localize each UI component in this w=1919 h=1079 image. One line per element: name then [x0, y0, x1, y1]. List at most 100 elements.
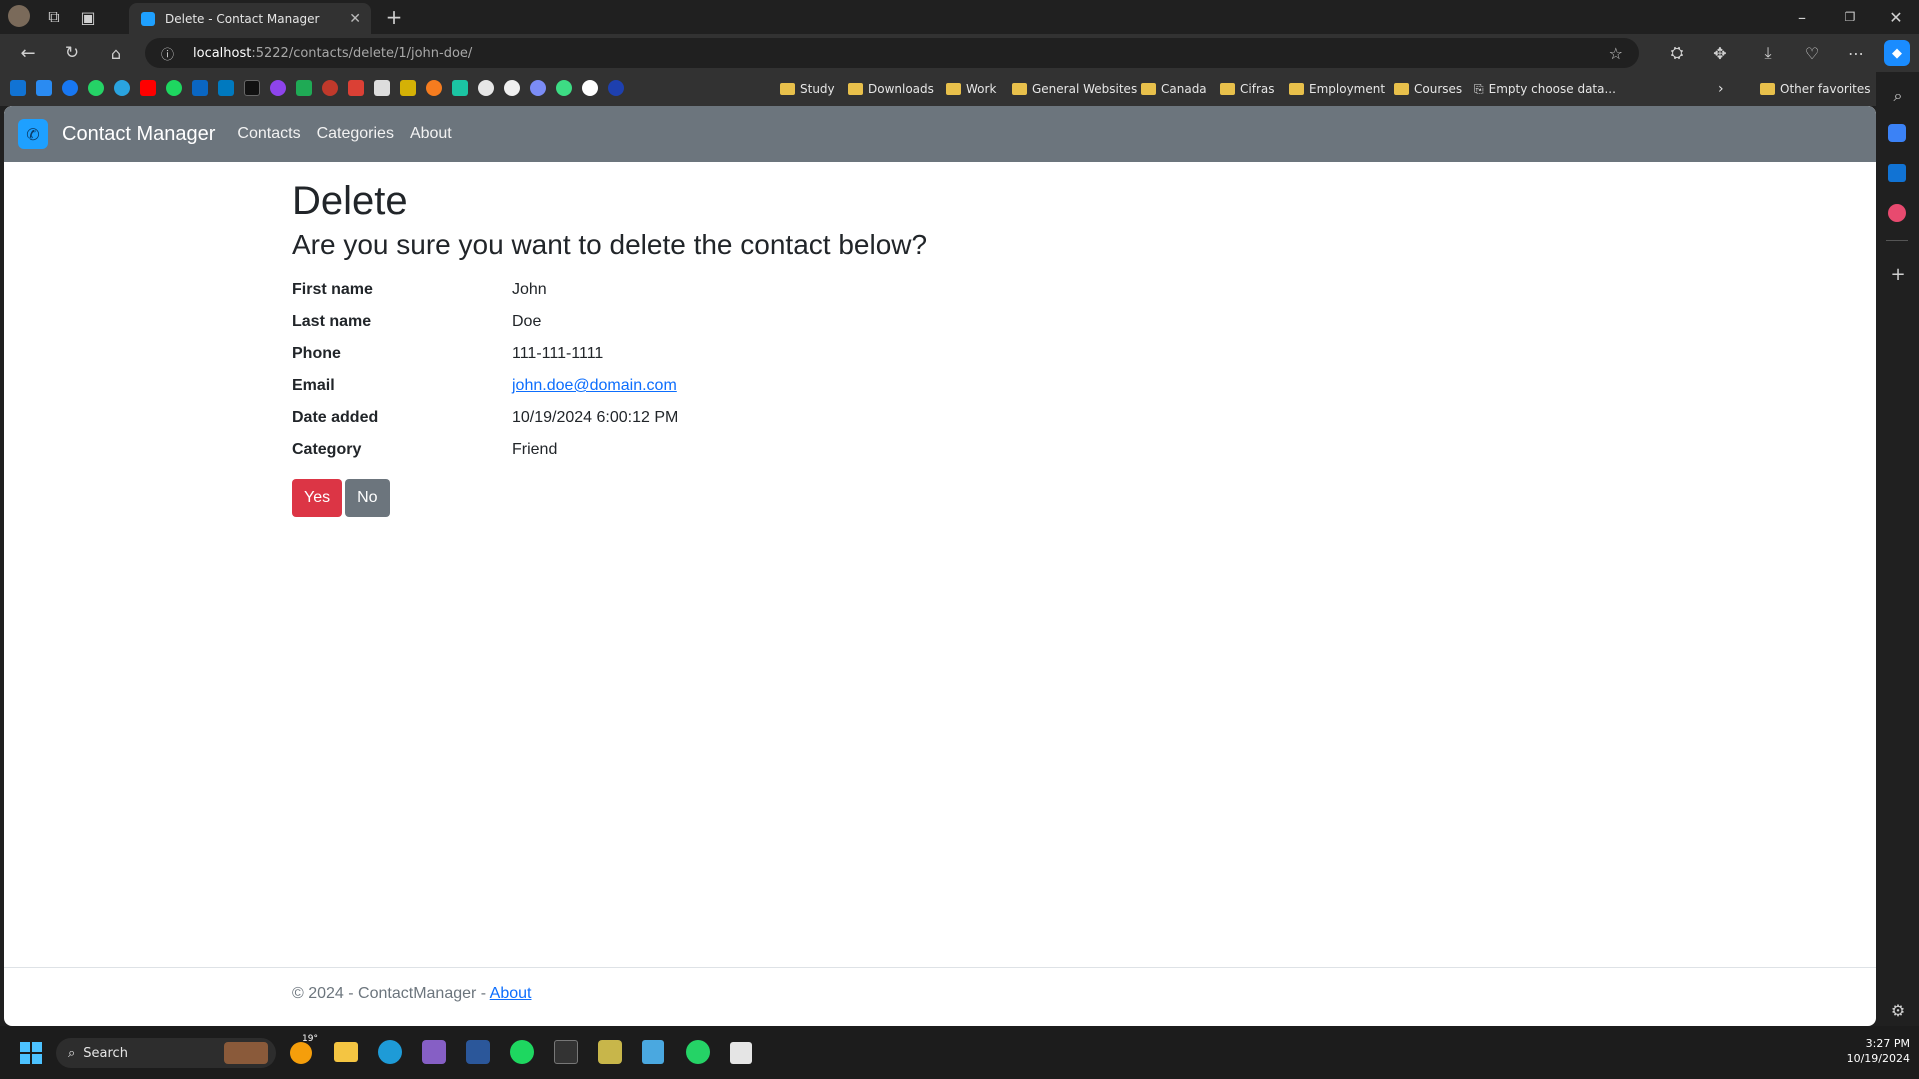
- restore-icon[interactable]: ❐: [1838, 5, 1862, 29]
- bookmark-other-favorites[interactable]: Other favorites: [1760, 80, 1871, 98]
- tab-close-icon[interactable]: ✕: [349, 11, 361, 27]
- linkedin-icon[interactable]: [192, 80, 208, 96]
- taskbar-search[interactable]: ⌕ Search: [56, 1038, 276, 1068]
- tab-favicon-icon: [141, 11, 155, 26]
- home-icon[interactable]: ⌂: [104, 41, 128, 65]
- bookmark-canada[interactable]: Canada: [1141, 80, 1207, 98]
- notepad-icon[interactable]: [642, 1040, 664, 1064]
- folder-icon: [1289, 83, 1304, 95]
- nav-contacts[interactable]: Contacts: [237, 125, 300, 143]
- tab-title: Delete - Contact Manager: [165, 11, 320, 26]
- bookmark-work[interactable]: Work: [946, 80, 996, 98]
- workspaces-icon[interactable]: ⧉: [42, 5, 66, 29]
- start-icon[interactable]: [20, 1042, 42, 1064]
- tag-app-icon[interactable]: [1888, 124, 1906, 142]
- word-icon[interactable]: [466, 1040, 490, 1064]
- no-button[interactable]: No: [345, 479, 390, 517]
- office-icon[interactable]: [1888, 204, 1906, 222]
- whatsapp-taskbar-icon[interactable]: [686, 1040, 710, 1064]
- address-bar[interactable]: ⓘ localhost:5222/contacts/delete/1/john-…: [145, 38, 1639, 68]
- downloads-icon[interactable]: ⤓: [1756, 41, 1780, 65]
- new-tab-icon[interactable]: +: [382, 5, 406, 29]
- whatsapp-icon[interactable]: [88, 80, 104, 96]
- folder-icon: [1394, 83, 1409, 95]
- bookmark-downloads[interactable]: Downloads: [848, 80, 934, 98]
- bookmark-cifras[interactable]: Cifras: [1220, 80, 1274, 98]
- close-window-icon[interactable]: ✕: [1884, 5, 1908, 29]
- nav-about[interactable]: About: [410, 125, 452, 143]
- android-icon[interactable]: [556, 80, 572, 96]
- file-explorer-icon[interactable]: [334, 1042, 358, 1062]
- outlook-icon[interactable]: [10, 80, 26, 96]
- add-sidebar-app-icon[interactable]: +: [1886, 262, 1910, 286]
- favorite-star-icon[interactable]: ☆: [1609, 44, 1623, 63]
- chatgpt-icon[interactable]: [478, 80, 494, 96]
- vuetify-icon[interactable]: [452, 80, 468, 96]
- site-info-icon[interactable]: ⓘ: [161, 44, 174, 63]
- minimize-icon[interactable]: –: [1790, 5, 1814, 29]
- visual-studio-icon[interactable]: [422, 1040, 446, 1064]
- refresh-icon[interactable]: ↻: [60, 41, 84, 65]
- brand-name[interactable]: Contact Manager: [62, 123, 215, 146]
- yellow-app-icon[interactable]: [400, 80, 416, 96]
- extensions-icon[interactable]: ✥: [1708, 41, 1732, 65]
- yes-button[interactable]: Yes: [292, 479, 343, 517]
- sidebar-settings-icon[interactable]: ⚙: [1886, 998, 1910, 1022]
- extension-icon[interactable]: ⛭: [1665, 41, 1689, 65]
- more-menu-icon[interactable]: ⋯: [1844, 41, 1868, 65]
- page-title: Delete: [292, 179, 408, 223]
- spotify-icon[interactable]: [166, 80, 182, 96]
- category-label: Category: [292, 441, 362, 458]
- github-icon[interactable]: [504, 80, 520, 96]
- arrow-app-icon[interactable]: [296, 80, 312, 96]
- email-link[interactable]: john.doe@domain.com: [512, 377, 677, 394]
- profile-avatar[interactable]: [8, 5, 30, 27]
- bookmark-general-websites[interactable]: General Websites: [1012, 80, 1137, 98]
- c-app-icon[interactable]: [608, 80, 624, 96]
- back-icon[interactable]: ←: [16, 41, 40, 65]
- footer-about-link[interactable]: About: [490, 985, 532, 1002]
- copilot-icon[interactable]: ◆: [1884, 40, 1910, 66]
- edge-icon[interactable]: [378, 1040, 402, 1064]
- tab-actions-icon[interactable]: ▣: [76, 5, 100, 29]
- folder-icon: [1141, 83, 1156, 95]
- bookmark-empty-choose-data[interactable]: ⎘ Empty choose data...: [1474, 80, 1616, 98]
- bookmarks-overflow-chevron-icon[interactable]: ›: [1718, 80, 1724, 98]
- bookmark-study[interactable]: Study: [780, 80, 835, 98]
- red-app-icon[interactable]: [322, 80, 338, 96]
- google-icon[interactable]: [582, 80, 598, 96]
- taskbar-search-label: Search: [83, 1045, 128, 1061]
- todoist-icon[interactable]: [348, 80, 364, 96]
- snipping-tool-icon[interactable]: [598, 1040, 622, 1064]
- outlook-sidebar-icon[interactable]: [1888, 164, 1906, 182]
- facebook-icon[interactable]: [62, 80, 78, 96]
- brand-logo-icon[interactable]: ✆: [18, 119, 48, 149]
- browser-title-bar: ⧉ ▣ Delete - Contact Manager ✕ + – ❐ ✕: [0, 0, 1919, 34]
- email-label: Email: [292, 377, 335, 394]
- orange-app-icon[interactable]: [426, 80, 442, 96]
- folder-icon: [780, 83, 795, 95]
- clock[interactable]: 3:27 PM 10/19/2024: [1820, 1036, 1910, 1066]
- telegram-icon[interactable]: [114, 80, 130, 96]
- amazon-icon[interactable]: [244, 80, 260, 96]
- browser-essentials-icon[interactable]: ♡: [1800, 41, 1824, 65]
- nav-categories[interactable]: Categories: [317, 125, 394, 143]
- terminal-icon[interactable]: [554, 1040, 578, 1064]
- weather-icon[interactable]: [290, 1042, 312, 1064]
- first-name-value: John: [512, 281, 547, 298]
- monitor-app-icon[interactable]: [374, 80, 390, 96]
- podcast-icon[interactable]: [270, 80, 286, 96]
- spotify-taskbar-icon[interactable]: [510, 1040, 534, 1064]
- app-navbar: ✆ Contact Manager Contacts Categories Ab…: [4, 106, 1876, 162]
- active-tab[interactable]: Delete - Contact Manager ✕: [129, 3, 371, 34]
- gemini-icon[interactable]: [530, 80, 546, 96]
- bookmark-courses[interactable]: Courses: [1394, 80, 1462, 98]
- first-name-label: First name: [292, 281, 373, 298]
- trello-icon[interactable]: [218, 80, 234, 96]
- bookmark-employment[interactable]: Employment: [1289, 80, 1385, 98]
- youtube-icon[interactable]: [140, 80, 156, 96]
- onedrive-icon[interactable]: [36, 80, 52, 96]
- app-red-taskbar-icon[interactable]: [730, 1042, 752, 1064]
- search-icon[interactable]: ⌕: [1886, 84, 1910, 108]
- folder-icon: [946, 83, 961, 95]
